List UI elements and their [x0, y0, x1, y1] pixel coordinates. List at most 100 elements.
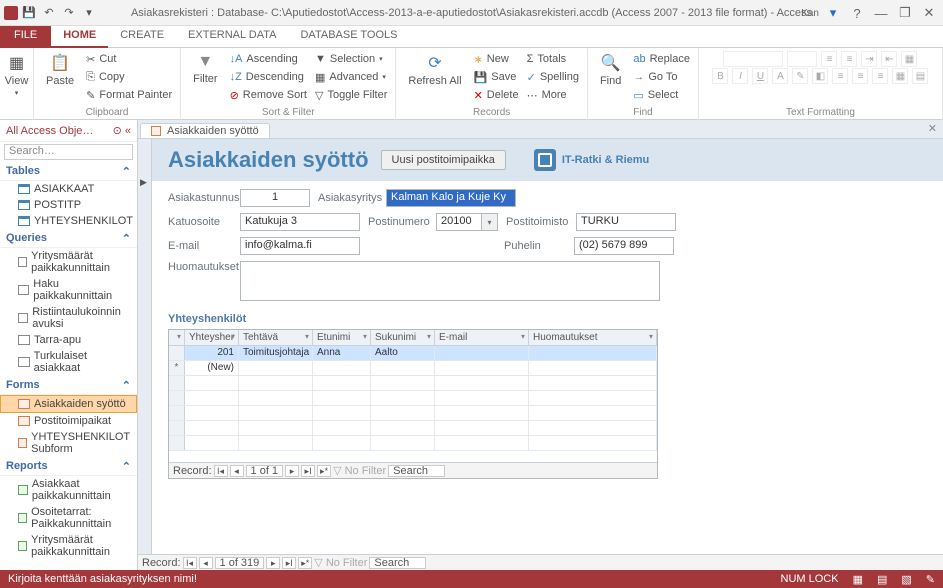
replace-button[interactable]: abReplace: [633, 51, 690, 67]
redo-icon[interactable]: ↷: [60, 4, 78, 22]
col-sukunimi[interactable]: Sukunimi: [371, 330, 435, 345]
doc-close-icon[interactable]: ✕: [928, 122, 937, 135]
nav-query-1[interactable]: Yritysmäärät paikkakunnittain: [0, 248, 137, 276]
nav-first-icon[interactable]: I◂: [214, 465, 228, 477]
create-tab[interactable]: CREATE: [108, 26, 176, 48]
nav-table-asiakkaat[interactable]: ASIAKKAAT: [0, 181, 137, 197]
nav-new-icon[interactable]: ▸*: [317, 465, 331, 477]
format-painter-button[interactable]: ✎Format Painter: [86, 87, 172, 103]
nav-query-4[interactable]: Tarra-apu: [0, 332, 137, 348]
font-controls[interactable]: ≡≡⇥⇤▦: [723, 51, 917, 67]
nav-query-3[interactable]: Ristiintaulukoinnin avuksi: [0, 304, 137, 332]
nav-search[interactable]: Search: [388, 465, 445, 477]
more-button[interactable]: ⋯More: [527, 87, 579, 103]
view-design-icon[interactable]: ✎: [926, 573, 935, 586]
nav-forms-group[interactable]: Forms⌃: [0, 376, 137, 395]
input-puhelin[interactable]: (02) 5679 899: [574, 237, 674, 255]
nav-form-yhteys-sub[interactable]: YHTEYSHENKILOT Subform: [0, 429, 137, 457]
new-post-office-button[interactable]: Uusi postitoimipaikka: [381, 150, 506, 170]
toggle-filter-button[interactable]: ▽Toggle Filter: [315, 87, 387, 103]
input-id[interactable]: 1: [240, 189, 310, 207]
file-tab[interactable]: FILE: [0, 26, 51, 48]
nav-queries-group[interactable]: Queries⌃: [0, 229, 137, 248]
col-yhteysher[interactable]: Yhteysher: [185, 330, 239, 345]
filter-button[interactable]: ▼Filter: [189, 51, 221, 87]
nav-prev-icon[interactable]: ◂: [199, 557, 213, 569]
selection-button[interactable]: ▼Selection▾: [315, 51, 387, 67]
nav-last-icon[interactable]: ▸I: [282, 557, 296, 569]
table-row[interactable]: 201 Toimitusjohtaja Anna Aalto: [169, 346, 657, 361]
lang-label[interactable]: Kan: [801, 8, 819, 19]
nav-last-icon[interactable]: ▸I: [301, 465, 315, 477]
paste-button[interactable]: 📋Paste: [42, 51, 78, 89]
nav-next-icon[interactable]: ▸: [285, 465, 299, 477]
save-button[interactable]: 💾Save: [474, 69, 519, 85]
document-tab[interactable]: Asiakkaiden syöttö: [140, 123, 270, 138]
minimize-icon[interactable]: —: [871, 6, 891, 21]
nav-form-postitoimi[interactable]: Postitoimipaikat: [0, 413, 137, 429]
form-record-nav[interactable]: Record: I◂ ◂ 1 of 319 ▸ ▸I ▸* ▽ No Filte…: [138, 554, 943, 570]
cut-button[interactable]: ✂Cut: [86, 51, 172, 67]
nav-query-5[interactable]: Turkulaiset asiakkaat: [0, 348, 137, 376]
nav-search-outer[interactable]: Search: [369, 557, 426, 569]
save-quick-icon[interactable]: 💾: [20, 4, 38, 22]
spelling-button[interactable]: ✓Spelling: [527, 69, 579, 85]
remove-sort-button[interactable]: ⊘Remove Sort: [230, 87, 307, 103]
nav-search-input[interactable]: Search…: [4, 144, 133, 160]
refresh-button[interactable]: ⟳Refresh All: [404, 51, 465, 89]
external-data-tab[interactable]: EXTERNAL DATA: [176, 26, 288, 48]
delete-button[interactable]: ✕Delete: [474, 87, 519, 103]
find-button[interactable]: 🔍Find: [596, 51, 625, 89]
close-icon[interactable]: ✕: [919, 5, 939, 21]
asc-button[interactable]: ↓AAscending: [230, 51, 307, 67]
chevron-down-icon[interactable]: ▾: [482, 213, 498, 231]
nav-tables-group[interactable]: Tables⌃: [0, 162, 137, 181]
nav-first-icon[interactable]: I◂: [183, 557, 197, 569]
view-layout-icon[interactable]: ▧: [901, 573, 911, 586]
input-katu[interactable]: Katukuja 3: [240, 213, 360, 231]
nav-form-asiakkaiden[interactable]: Asiakkaiden syöttö: [0, 395, 137, 413]
nav-report-1[interactable]: Asiakkaat paikkakunnittain: [0, 476, 137, 504]
restore-icon[interactable]: ❐: [895, 5, 915, 21]
col-tehtava[interactable]: Tehtävä: [239, 330, 313, 345]
input-email[interactable]: info@kalma.fi: [240, 237, 360, 255]
select-button[interactable]: ▭Select: [633, 87, 690, 103]
table-row-new[interactable]: * (New): [169, 361, 657, 376]
nav-position[interactable]: 1 of 1: [246, 465, 284, 477]
format-controls[interactable]: BIU A✎◧ ≡≡≡ ▦▤: [712, 68, 928, 84]
nav-prev-icon[interactable]: ◂: [230, 465, 244, 477]
subform-record-nav[interactable]: Record: I◂ ◂ 1 of 1 ▸ ▸I ▸* ▽ No Filter …: [169, 462, 657, 478]
view-button[interactable]: ▦View▾: [8, 51, 25, 99]
copy-button[interactable]: ⎘Copy: [86, 69, 172, 85]
nav-report-3[interactable]: Yritysmäärät paikkakunnittain: [0, 532, 137, 560]
view-datasheet-icon[interactable]: ▤: [877, 573, 887, 586]
nav-next-icon[interactable]: ▸: [266, 557, 280, 569]
db-tools-tab[interactable]: DATABASE TOOLS: [288, 26, 409, 48]
input-huom[interactable]: [240, 261, 660, 301]
advanced-button[interactable]: ▦Advanced▾: [315, 69, 387, 85]
col-etunimi[interactable]: Etunimi: [313, 330, 371, 345]
nav-reports-group[interactable]: Reports⌃: [0, 457, 137, 476]
help-icon[interactable]: ?: [847, 6, 867, 21]
home-tab[interactable]: HOME: [51, 26, 108, 48]
input-postitoimisto[interactable]: TURKU: [576, 213, 676, 231]
qat-dropdown[interactable]: ▾: [80, 4, 98, 22]
new-button[interactable]: ∗New: [474, 51, 519, 67]
nav-table-yhteys[interactable]: YHTEYSHENKILOT: [0, 213, 137, 229]
col-email[interactable]: E-mail: [435, 330, 529, 345]
view-form-icon[interactable]: ▦: [853, 573, 863, 586]
goto-button[interactable]: →Go To: [633, 69, 690, 85]
nav-position-outer[interactable]: 1 of 319: [215, 557, 265, 569]
nav-pane-header[interactable]: All Access Obje…⊙ «: [0, 120, 137, 142]
nav-report-2[interactable]: Osoitetarrat: Paikkakunnittain: [0, 504, 137, 532]
col-huom[interactable]: Huomautukset: [529, 330, 657, 345]
input-postinro[interactable]: 20100▾: [436, 213, 498, 231]
record-selector-bar[interactable]: [138, 139, 152, 570]
nav-query-2[interactable]: Haku paikkakunnittain: [0, 276, 137, 304]
totals-button[interactable]: ΣTotals: [527, 51, 579, 67]
nav-table-postitp[interactable]: POSTITP: [0, 197, 137, 213]
input-yritys[interactable]: Kalman Kalo ja Kuje Ky: [386, 189, 516, 207]
desc-button[interactable]: ↓ZDescending: [230, 69, 307, 85]
undo-icon[interactable]: ↶: [40, 4, 58, 22]
nav-new-icon[interactable]: ▸*: [298, 557, 312, 569]
